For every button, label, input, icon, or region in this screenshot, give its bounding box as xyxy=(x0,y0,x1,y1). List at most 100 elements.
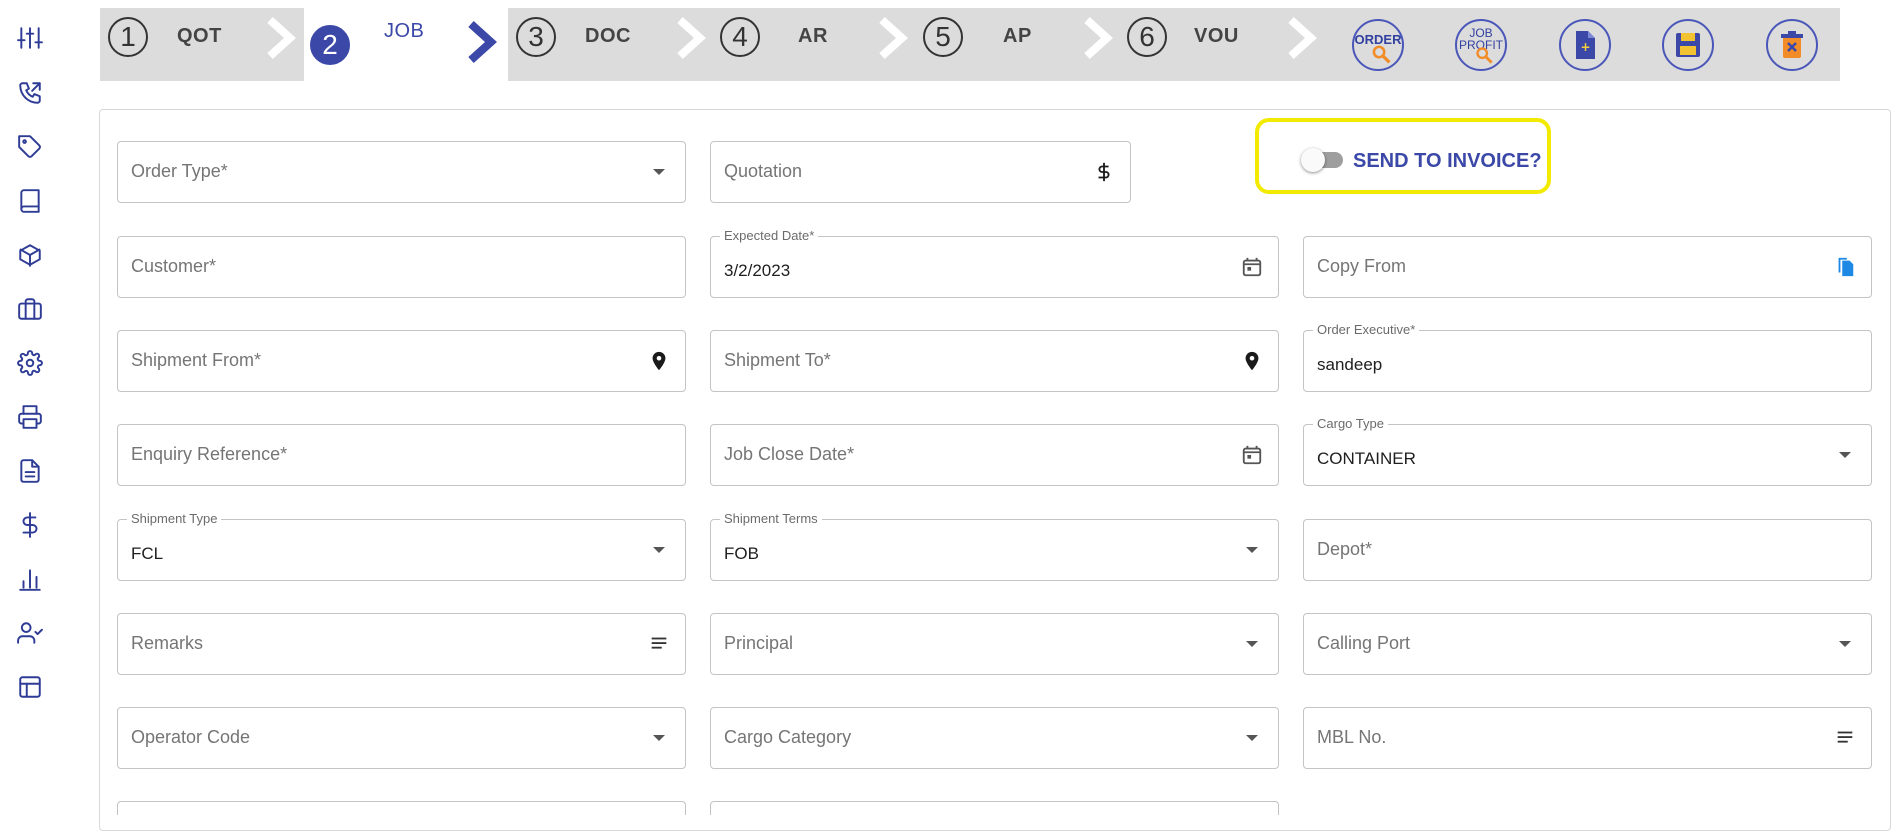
calling-port-placeholder: Calling Port xyxy=(1317,633,1411,653)
calendar-icon[interactable] xyxy=(1240,255,1264,279)
save-icon xyxy=(1676,33,1700,57)
printer-icon[interactable] xyxy=(14,401,46,433)
chevron-right-icon xyxy=(872,16,912,60)
location-pin-icon[interactable] xyxy=(647,349,671,373)
quotation-field[interactable]: Quotation xyxy=(710,141,1131,203)
briefcase-icon[interactable] xyxy=(14,293,46,325)
step-number: 4 xyxy=(720,17,760,57)
dropdown-arrow-icon xyxy=(1833,632,1857,656)
customer-placeholder: Customer* xyxy=(131,256,217,276)
cargo-type-select[interactable]: Cargo Type CONTAINER xyxy=(1303,416,1872,486)
svg-text:+: + xyxy=(1580,40,1590,54)
step-qot[interactable]: 1 QOT xyxy=(100,8,303,81)
calling-port-select[interactable]: Calling Port xyxy=(1303,613,1872,675)
step-number: 2 xyxy=(310,25,350,65)
operator-code-select[interactable]: Operator Code xyxy=(117,707,686,769)
step-number: 1 xyxy=(108,17,148,57)
enquiry-reference-field[interactable]: Enquiry Reference* xyxy=(117,424,686,486)
order-executive-field[interactable]: Order Executive* sandeep xyxy=(1303,322,1872,392)
document-icon[interactable] xyxy=(14,455,46,487)
chevron-right-icon xyxy=(1281,16,1321,60)
quotation-placeholder: Quotation xyxy=(724,161,803,181)
order-type-placeholder: Order Type* xyxy=(131,161,228,181)
expected-date-value: 3/2/2023 xyxy=(724,261,791,280)
notes-icon[interactable] xyxy=(647,632,671,656)
book-icon[interactable] xyxy=(14,185,46,217)
step-vou[interactable]: 6 VOU xyxy=(1119,8,1323,81)
save-button[interactable] xyxy=(1662,19,1714,71)
shipment-terms-select[interactable]: Shipment Terms FOB xyxy=(710,511,1279,581)
step-label: QOT xyxy=(177,25,222,47)
job-profit-button[interactable]: JOB PROFIT xyxy=(1455,19,1507,71)
step-number: 6 xyxy=(1127,17,1167,57)
mbl-no-placeholder: MBL No. xyxy=(1317,727,1387,747)
order-executive-label: Order Executive* xyxy=(1313,322,1420,337)
depot-field[interactable]: Depot* xyxy=(1303,519,1872,581)
step-ap[interactable]: 5 AP xyxy=(915,8,1119,81)
operator-code-placeholder: Operator Code xyxy=(131,727,251,747)
next-row-field[interactable] xyxy=(117,801,686,815)
dropdown-arrow-icon xyxy=(647,726,671,750)
cargo-category-select[interactable]: Cargo Category xyxy=(710,707,1279,769)
dropdown-arrow-icon xyxy=(1833,443,1857,467)
job-profit-icon: JOB PROFIT xyxy=(1457,21,1505,69)
step-label: DOC xyxy=(585,25,631,47)
shipment-terms-label: Shipment Terms xyxy=(720,511,822,526)
copy-from-field[interactable]: Copy From xyxy=(1303,236,1872,298)
sliders-icon[interactable] xyxy=(14,22,46,54)
step-ar[interactable]: 4 AR xyxy=(712,8,916,81)
dropdown-arrow-icon xyxy=(1240,538,1264,562)
chevron-right-icon xyxy=(461,20,501,64)
tag-icon[interactable] xyxy=(14,131,46,163)
order-type-select[interactable]: Order Type* xyxy=(117,141,686,203)
cargo-type-label: Cargo Type xyxy=(1313,416,1388,431)
dropdown-arrow-icon xyxy=(647,538,671,562)
shipment-type-select[interactable]: Shipment Type FCL xyxy=(117,511,686,581)
dropdown-arrow-icon xyxy=(647,160,671,184)
step-job[interactable]: 2 JOB xyxy=(304,8,508,81)
phone-icon[interactable] xyxy=(14,77,46,109)
principal-placeholder: Principal xyxy=(724,633,794,653)
job-close-date-field[interactable]: Job Close Date* xyxy=(710,424,1279,486)
step-label: JOB xyxy=(384,20,425,42)
notes-icon[interactable] xyxy=(1833,726,1857,750)
calendar-icon[interactable] xyxy=(1240,443,1264,467)
new-document-button[interactable]: + xyxy=(1559,19,1611,71)
job-close-date-placeholder: Job Close Date* xyxy=(724,444,855,464)
dollar-icon xyxy=(1092,160,1116,184)
shipment-terms-value: FOB xyxy=(724,544,759,563)
user-check-icon[interactable] xyxy=(14,617,46,649)
copy-icon[interactable] xyxy=(1833,255,1857,279)
cube-icon[interactable] xyxy=(14,239,46,271)
remarks-field[interactable]: Remarks xyxy=(117,613,686,675)
order-search-button[interactable]: ORDER xyxy=(1352,19,1404,71)
layout-icon[interactable] xyxy=(14,671,46,703)
next-row-field[interactable] xyxy=(710,801,1279,815)
mbl-no-field[interactable]: MBL No. xyxy=(1303,707,1872,769)
shipment-type-label: Shipment Type xyxy=(127,511,222,526)
copy-from-placeholder: Copy From xyxy=(1317,256,1407,276)
step-label: AP xyxy=(1003,25,1032,47)
step-label: AR xyxy=(798,25,828,47)
shipment-type-value: FCL xyxy=(131,544,164,563)
customer-field[interactable]: Customer* xyxy=(117,236,686,298)
step-label: VOU xyxy=(1194,25,1239,47)
cargo-type-value: CONTAINER xyxy=(1317,449,1416,468)
step-doc[interactable]: 3 DOC xyxy=(508,8,712,81)
send-to-invoice-label: SEND TO INVOICE? xyxy=(1353,150,1542,172)
delete-button[interactable] xyxy=(1766,19,1818,71)
shipment-to-field[interactable]: Shipment To* xyxy=(710,330,1279,392)
shipment-from-field[interactable]: Shipment From* xyxy=(117,330,686,392)
dollar-icon[interactable] xyxy=(14,509,46,541)
expected-date-field[interactable]: Expected Date* 3/2/2023 xyxy=(710,228,1279,298)
principal-select[interactable]: Principal xyxy=(710,613,1279,675)
chevron-right-icon xyxy=(670,16,710,60)
gear-icon[interactable] xyxy=(14,347,46,379)
delete-icon xyxy=(1781,31,1803,58)
location-pin-icon[interactable] xyxy=(1240,349,1264,373)
bar-chart-icon[interactable] xyxy=(14,563,46,595)
send-to-invoice-toggle-knob[interactable] xyxy=(1301,148,1325,172)
cargo-category-placeholder: Cargo Category xyxy=(724,727,852,747)
step-number: 5 xyxy=(923,17,963,57)
chevron-right-icon xyxy=(1077,16,1117,60)
